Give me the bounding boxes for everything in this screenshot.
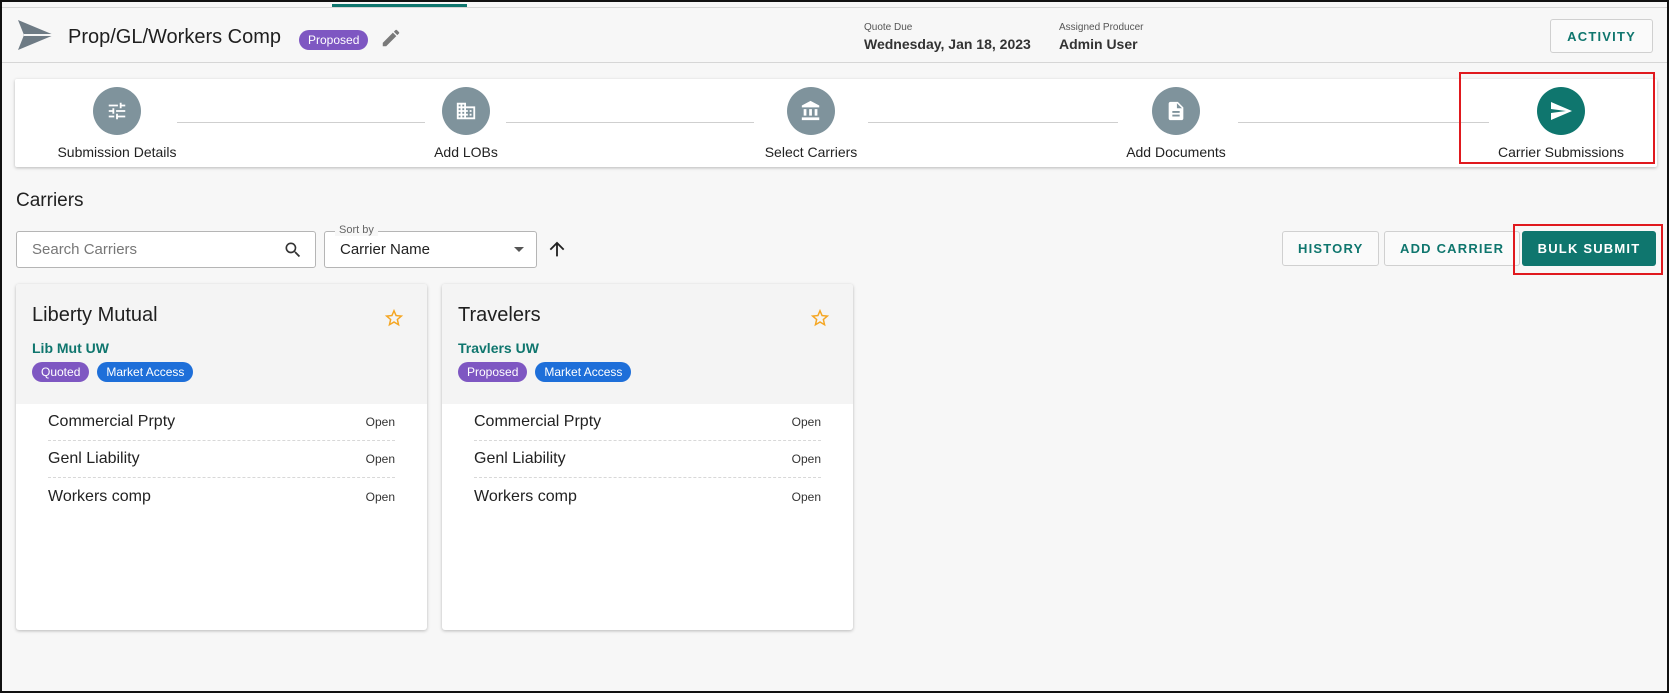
sort-by-value: Carrier Name	[340, 241, 431, 258]
status-badge: Quoted	[32, 362, 90, 382]
sort-by-select[interactable]: Sort by Carrier Name	[324, 224, 537, 268]
assigned-producer-block: Assigned Producer Admin User	[1059, 22, 1144, 52]
star-outline-icon[interactable]	[809, 307, 831, 329]
market-access-badge: Market Access	[97, 362, 194, 382]
carrier-card-liberty-mutual[interactable]: Liberty Mutual Lib Mut UW Quoted Market …	[16, 284, 427, 630]
assigned-producer-label: Assigned Producer	[1059, 22, 1144, 33]
paper-plane-logo-icon	[18, 20, 54, 50]
step-select-carriers[interactable]: Select Carriers	[711, 87, 911, 160]
quote-due-label: Quote Due	[864, 22, 913, 33]
step-label: Add Documents	[1126, 144, 1226, 160]
lob-row[interactable]: Commercial Prpty Open	[48, 404, 395, 441]
lob-row[interactable]: Commercial Prpty Open	[474, 404, 821, 441]
lob-name: Genl Liability	[48, 450, 140, 467]
quote-due-block: Quote Due Wednesday, Jan 18, 2023	[864, 22, 1031, 52]
activity-button[interactable]: ACTIVITY	[1550, 19, 1653, 53]
carrier-card-header: Travelers Travlers UW Proposed Market Ac…	[442, 284, 853, 404]
carrier-card-header: Liberty Mutual Lib Mut UW Quoted Market …	[16, 284, 427, 404]
carrier-badges: Quoted Market Access	[32, 362, 194, 382]
search-carriers-input[interactable]	[17, 232, 277, 267]
search-carriers-box	[16, 231, 316, 268]
submission-title: Prop/GL/Workers Comp	[68, 26, 282, 48]
lob-row[interactable]: Workers comp Open	[474, 478, 821, 515]
workflow-stepper: Submission Details Add LOBs Select Carri…	[15, 79, 1657, 167]
status-badge: Proposed	[299, 30, 369, 50]
lob-name: Workers comp	[48, 487, 151, 505]
carriers-section-title: Carriers	[16, 190, 84, 211]
market-access-badge: Market Access	[535, 362, 632, 382]
carrier-name: Liberty Mutual	[32, 304, 158, 326]
arrow-up-icon[interactable]	[546, 238, 568, 260]
sort-by-label: Sort by	[335, 224, 378, 236]
step-submission-details[interactable]: Submission Details	[17, 87, 217, 160]
lob-list: Commercial Prpty Open Genl Liability Ope…	[16, 404, 427, 515]
step-label: Select Carriers	[764, 144, 858, 160]
lob-status: Open	[791, 452, 821, 466]
underwriter-link[interactable]: Lib Mut UW	[32, 340, 109, 356]
underwriter-link[interactable]: Travlers UW	[458, 340, 539, 356]
step-label: Add LOBs	[434, 144, 498, 160]
step-label: Carrier Submissions	[1497, 144, 1625, 160]
assigned-producer-value: Admin User	[1059, 36, 1138, 52]
lob-status: Open	[791, 415, 821, 429]
carrier-name: Travelers	[458, 304, 541, 326]
status-badge: Proposed	[458, 362, 528, 382]
step-carrier-submissions[interactable]: Carrier Submissions	[1461, 87, 1661, 160]
caret-down-icon	[514, 247, 524, 252]
step-label: Submission Details	[57, 144, 177, 160]
step-circle-active	[1537, 87, 1585, 135]
carrier-badges: Proposed Market Access	[458, 362, 632, 382]
history-button[interactable]: HISTORY	[1282, 231, 1380, 266]
lob-name: Commercial Prpty	[48, 413, 176, 430]
building-icon	[456, 102, 476, 120]
pencil-edit-icon[interactable]	[380, 27, 402, 49]
lob-name: Workers comp	[474, 487, 577, 505]
app-frame: Prop/GL/Workers Comp Proposed Quote Due …	[0, 0, 1669, 693]
add-carrier-button[interactable]: ADD CARRIER	[1384, 231, 1521, 266]
quote-due-value: Wednesday, Jan 18, 2023	[864, 36, 1031, 52]
bank-icon	[801, 100, 820, 121]
lob-list: Commercial Prpty Open Genl Liability Ope…	[442, 404, 853, 515]
step-add-lobs[interactable]: Add LOBs	[366, 87, 566, 160]
search-icon[interactable]	[283, 240, 303, 260]
step-add-documents[interactable]: Add Documents	[1076, 87, 1276, 160]
lob-status: Open	[365, 489, 395, 504]
lob-row[interactable]: Genl Liability Open	[48, 441, 395, 478]
step-circle	[442, 87, 490, 135]
lob-row[interactable]: Genl Liability Open	[474, 441, 821, 478]
sliders-icon	[108, 102, 126, 120]
document-icon	[1168, 101, 1184, 121]
lob-status: Open	[365, 415, 395, 429]
step-circle	[787, 87, 835, 135]
lob-name: Genl Liability	[474, 450, 566, 467]
send-icon	[1551, 102, 1572, 120]
star-outline-icon[interactable]	[383, 307, 405, 329]
lob-name: Commercial Prpty	[474, 413, 602, 430]
lob-status: Open	[791, 489, 821, 504]
step-circle	[93, 87, 141, 135]
bulk-submit-button[interactable]: BULK SUBMIT	[1522, 231, 1656, 266]
lob-row[interactable]: Workers comp Open	[48, 478, 395, 515]
lob-status: Open	[365, 452, 395, 466]
carrier-card-travelers[interactable]: Travelers Travlers UW Proposed Market Ac…	[442, 284, 853, 630]
header-bar: Prop/GL/Workers Comp Proposed Quote Due …	[2, 7, 1667, 63]
step-circle	[1152, 87, 1200, 135]
